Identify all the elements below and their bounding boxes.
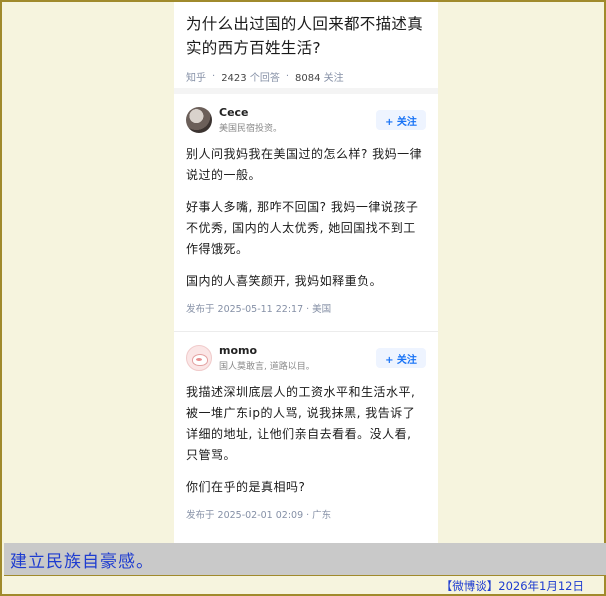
answer-paragraph: 别人问我妈我在美国过的怎么样? 我妈一律说过的一般。 bbox=[186, 147, 423, 182]
author-name[interactable]: momo bbox=[219, 344, 376, 357]
answer-header: Cece 美国民宿投资。 + 关注 bbox=[186, 98, 426, 142]
answer-body[interactable]: 我描述深圳底层人的工资水平和生活水平, 被一堆广东ip的人骂, 说我抹黑, 我告… bbox=[186, 382, 426, 498]
answer-card: Cece 美国民宿投资。 + 关注 别人问我妈我在美国过的怎么样? 我妈一律说过… bbox=[174, 98, 438, 332]
post-time: 发布于 2025-02-01 02:09 · 广东 bbox=[186, 510, 332, 521]
followers-count: 8084 bbox=[295, 73, 321, 84]
caption-text: 建立民族自豪感。 bbox=[10, 551, 154, 572]
post-time: 发布于 2025-05-11 22:17 · 美国 bbox=[186, 304, 332, 315]
answers-count: 2423 bbox=[221, 73, 247, 84]
answer-body[interactable]: 别人问我妈我在美国过的怎么样? 我妈一律说过的一般。 好事人多嘴, 那咋不回国?… bbox=[186, 144, 426, 292]
question-card[interactable]: 为什么出过国的人回来都不描述真实的西方百姓生活? 知乎 · 2423 个回答 ·… bbox=[174, 2, 438, 94]
author-name[interactable]: Cece bbox=[219, 106, 376, 119]
followers-count-group: 8084 关注 bbox=[295, 69, 344, 84]
follow-button[interactable]: + 关注 bbox=[376, 110, 426, 130]
follow-button[interactable]: + 关注 bbox=[376, 348, 426, 368]
screenshot-frame: 为什么出过国的人回来都不描述真实的西方百姓生活? 知乎 · 2423 个回答 ·… bbox=[0, 0, 606, 596]
answers-count-group: 2423 个回答 bbox=[221, 69, 280, 84]
footer: 【微博谈】2026年1月12日 bbox=[4, 575, 606, 596]
author-bio: 国人莫敢言, 道路以目。 bbox=[219, 362, 315, 372]
dot-separator: · bbox=[285, 71, 290, 82]
author-info: Cece 美国民宿投资。 bbox=[219, 106, 376, 134]
caption-bar: 建立民族自豪感。 bbox=[4, 543, 606, 575]
author-bio: 美国民宿投资。 bbox=[219, 124, 283, 134]
followers-label: 关注 bbox=[323, 73, 344, 84]
answer-paragraph: 你们在乎的是真相吗? bbox=[186, 480, 306, 494]
author-info: momo 国人莫敢言, 道路以目。 bbox=[219, 344, 376, 372]
answer-header: momo 国人莫敢言, 道路以目。 + 关注 bbox=[186, 336, 426, 380]
source-label: 知乎 bbox=[186, 73, 206, 84]
dot-separator: · bbox=[212, 71, 216, 82]
answers-label: 个回答 bbox=[249, 73, 280, 84]
answer-paragraph: 好事人多嘴, 那咋不回国? 我妈一律说孩子不优秀, 国内的人太优秀, 她回国找不… bbox=[186, 200, 419, 256]
question-meta: 知乎 · 2423 个回答 · 8084 关注 bbox=[186, 69, 426, 84]
avatar[interactable] bbox=[186, 345, 212, 371]
footer-text: 【微博谈】2026年1月12日 bbox=[440, 579, 584, 593]
answer-card: momo 国人莫敢言, 道路以目。 + 关注 我描述深圳底层人的工资水平和生活水… bbox=[174, 336, 438, 521]
zhihu-page: 为什么出过国的人回来都不描述真实的西方百姓生活? 知乎 · 2423 个回答 ·… bbox=[174, 2, 438, 543]
answer-divider bbox=[174, 331, 438, 332]
answer-paragraph: 国内的人喜笑颜开, 我妈如释重负。 bbox=[186, 274, 383, 288]
avatar[interactable] bbox=[186, 107, 212, 133]
answer-paragraph: 我描述深圳底层人的工资水平和生活水平, 被一堆广东ip的人骂, 说我抹黑, 我告… bbox=[186, 385, 416, 462]
question-title[interactable]: 为什么出过国的人回来都不描述真实的西方百姓生活? bbox=[186, 12, 426, 60]
